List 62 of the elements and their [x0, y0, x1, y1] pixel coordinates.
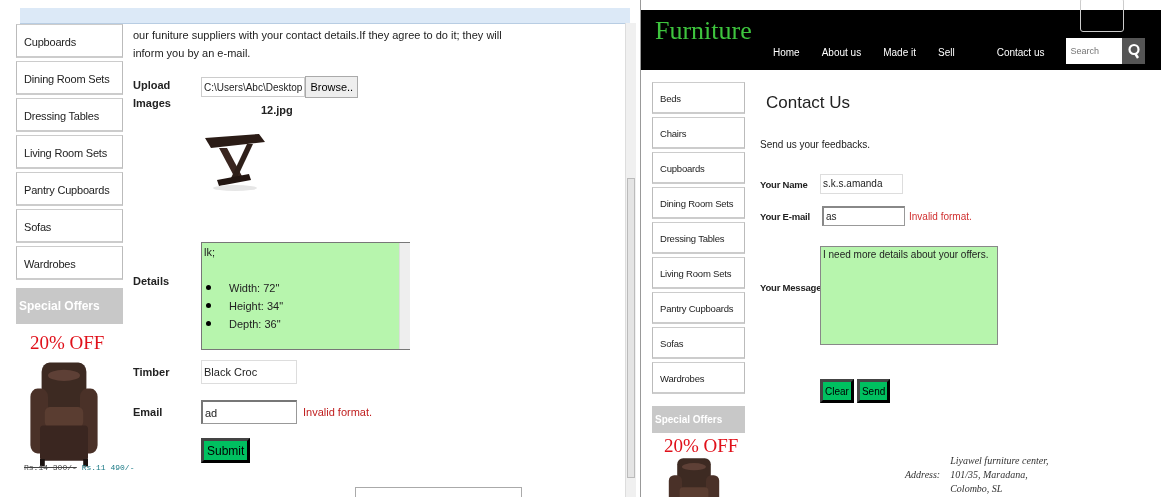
list-item-text: Depth: 36" — [229, 317, 281, 332]
address-text: Liyawel furniture center, 101/35, Maradana, Colombo, SL — [950, 454, 1049, 496]
header-button[interactable] — [1080, 0, 1124, 32]
timber-field[interactable]: Black Croc — [201, 360, 297, 384]
field-label: Your E-mail — [760, 210, 811, 222]
list-item-text: Height: 34" — [229, 299, 284, 314]
field-label: Details — [133, 274, 171, 289]
name-field[interactable]: s.k.s.amanda — [820, 174, 903, 194]
bullet-icon — [206, 321, 211, 326]
field-label: Your Name — [760, 178, 809, 190]
field-label: Timber — [133, 365, 171, 380]
details-textarea[interactable]: lk; Width: 72" Height: 34" Depth: 36" — [201, 242, 410, 350]
field-label: Email — [133, 405, 164, 420]
sidebar-item[interactable]: Cupboards — [652, 152, 745, 184]
file-path-field[interactable]: C:\Users\Abc\Desktop — [201, 77, 306, 97]
offer-label: 20% OFF — [664, 435, 739, 457]
sidebar-item[interactable]: Beds — [652, 82, 745, 114]
email-field[interactable]: ad — [201, 400, 297, 424]
search-field[interactable]: Search — [1066, 38, 1123, 64]
browse-button[interactable]: Browse.. — [305, 76, 359, 98]
field-label: Upload Images — [133, 78, 172, 111]
nav-link[interactable]: Made it — [883, 46, 916, 58]
sidebar-item[interactable]: Dressing Tables — [652, 222, 745, 254]
sidebar-item[interactable]: Cupboards — [16, 24, 123, 58]
offer-label: 20% OFF — [30, 332, 105, 354]
error-message: Invalid format. — [909, 210, 972, 222]
nav-link[interactable]: Home — [773, 46, 800, 58]
email-field[interactable]: as — [822, 206, 905, 226]
error-message: Invalid format. — [303, 405, 373, 420]
sidebar-item[interactable]: Wardrobes — [16, 246, 123, 280]
list-item-text: Width: 72" — [229, 281, 280, 296]
sidebar-item[interactable]: Dining Room Sets — [16, 61, 123, 95]
search-button[interactable] — [1122, 38, 1146, 64]
submit-button[interactable]: Submit — [201, 438, 251, 463]
search-icon — [1126, 43, 1141, 59]
sidebar-item[interactable]: Wardrobes — [652, 362, 745, 394]
bullet-icon — [206, 303, 211, 308]
message-textarea[interactable]: I need more details about your offers. — [820, 246, 998, 345]
sidebar-item[interactable]: Living Room Sets — [652, 257, 745, 289]
sidebar-item[interactable]: Sofas — [652, 327, 745, 359]
send-button[interactable]: Send — [856, 379, 891, 403]
sidebar-item[interactable]: Living Room Sets — [16, 135, 123, 169]
old-price: Rs.14 300/- — [24, 463, 77, 472]
site-logo[interactable]: Furniture — [655, 16, 752, 46]
nav-link[interactable]: Sell — [937, 46, 955, 58]
nav-link[interactable]: Contact us — [996, 46, 1045, 58]
sidebar-item[interactable]: Dressing Tables — [16, 98, 123, 132]
clear-button[interactable]: Clear — [820, 379, 854, 403]
intro-text: Send us your feedbacks. — [760, 139, 872, 150]
field-label: Your Message — [760, 282, 820, 293]
sidebar-item[interactable]: Pantry Cupboards — [16, 172, 123, 206]
file-name: 12.jpg — [261, 104, 294, 116]
page-heading: Contact Us — [766, 93, 852, 113]
address-label: Address: — [905, 468, 941, 482]
sidebar-item[interactable]: Sofas — [16, 209, 123, 243]
nav-link[interactable]: About us — [821, 46, 862, 58]
intro-text: our funiture suppliers with your contact details.If they agree to do it; they will inform you by an e-mail. — [133, 28, 503, 61]
new-price: Rs.11 490/- — [81, 463, 135, 472]
sidebar-item[interactable]: Chairs — [652, 117, 745, 149]
sidebar-item[interactable]: Dining Room Sets — [652, 187, 745, 219]
sidebar-item[interactable]: Pantry Cupboards — [652, 292, 745, 324]
bullet-icon — [206, 285, 211, 290]
